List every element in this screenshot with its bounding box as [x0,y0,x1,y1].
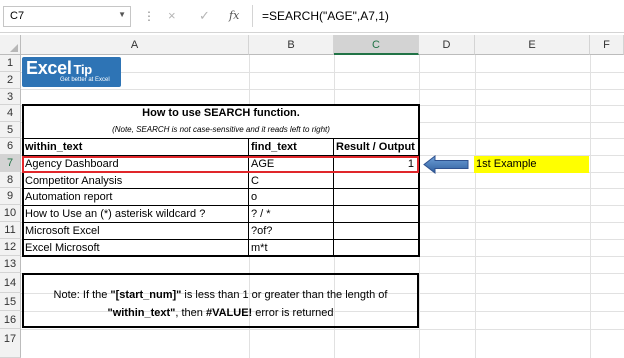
row-header-9[interactable]: 9 [0,188,21,205]
row-header-4[interactable]: 4 [0,105,21,122]
note-start-num: "[start_num]" [110,289,182,301]
header-result-output: Result / Output [336,141,415,153]
row-header-5[interactable]: 5 [0,122,21,138]
row-header-3[interactable]: 3 [0,89,21,105]
column-header-e[interactable]: E [475,35,590,55]
cell-b8[interactable]: C [251,175,333,187]
row-header-16[interactable]: 16 [0,311,21,329]
cell-b11[interactable]: ?of? [251,225,333,237]
cell-a12[interactable]: Excel Microsoft [25,242,247,254]
formula-divider [252,5,253,27]
note-within-text: "within_text" [107,307,176,319]
cell-a10[interactable]: How to Use an (*) asterisk wildcard ? [25,208,247,220]
row-header-8[interactable]: 8 [0,172,21,188]
row-header-11[interactable]: 11 [0,222,21,239]
table-title: How to use SEARCH function. [142,107,300,119]
cancel-icon[interactable]: × [168,8,176,23]
row-header-6[interactable]: 6 [0,138,21,155]
row-header-7[interactable]: 7 [0,155,21,172]
note-value-error: #VALUE! [205,307,253,319]
column-header-b[interactable]: B [249,35,334,55]
header-find-text: find_text [251,141,297,153]
row-header-2[interactable]: 2 [0,72,21,89]
logo-excel: Excel [26,58,72,78]
note-part-3: , then [175,307,206,319]
logo-text: Excel Tip [26,58,92,79]
select-all-corner[interactable] [0,35,21,55]
logo-tagline: Get better at Excel [60,77,110,83]
column-header-d[interactable]: D [419,35,475,55]
cell-b10[interactable]: ? / * [251,208,333,220]
cell-a11[interactable]: Microsoft Excel [25,225,247,237]
formula-bar: C7 ▼ ⋮ × ✓ fx =SEARCH("AGE",A7,1) [0,0,624,33]
table-note: (Note, SEARCH is not case-sensitive and … [112,125,330,134]
cell-b12[interactable]: m*t [251,242,333,254]
column-header-f[interactable]: F [590,35,624,55]
cell-a9[interactable]: Automation report [25,191,247,203]
row-header-17[interactable]: 17 [0,329,21,358]
column-header-c[interactable]: C [334,35,419,55]
note-part-1: Note: If the [53,289,111,301]
row-header-14[interactable]: 14 [0,273,21,293]
formula-input[interactable]: =SEARCH("AGE",A7,1) [262,9,389,23]
excel-tip-logo: Excel Tip Get better at Excel [22,57,121,87]
cell-b9[interactable]: o [251,191,333,203]
more-options-icon: ⋮ [143,9,155,23]
chevron-down-icon[interactable]: ▼ [118,10,126,19]
row7-highlight [22,156,419,173]
name-box[interactable]: C7 ▼ [3,6,131,27]
example-label: 1st Example [476,158,537,170]
note-part-4: error is returned [252,307,334,319]
arrow-left-icon [423,155,469,174]
row-header-15[interactable]: 15 [0,293,21,311]
enter-check-icon[interactable]: ✓ [199,8,210,24]
row-header-12[interactable]: 12 [0,239,21,256]
header-within-text: within_text [25,141,83,153]
note-text: Note: If the "[start_num]" is less than … [24,286,417,322]
note-box: Note: If the "[start_num]" is less than … [22,273,419,328]
name-box-value: C7 [10,10,25,22]
row-header-1[interactable]: 1 [0,55,21,72]
row-header-10[interactable]: 10 [0,205,21,222]
column-header-a[interactable]: A [21,35,249,55]
cell-a8[interactable]: Competitor Analysis [25,175,247,187]
row-header-13[interactable]: 13 [0,256,21,273]
example-label-cell[interactable]: 1st Example [474,156,589,173]
logo-tip: Tip [73,62,93,77]
note-part-2: is less than 1 or greater than the lengt… [181,289,388,301]
insert-function-icon[interactable]: fx [229,9,239,22]
